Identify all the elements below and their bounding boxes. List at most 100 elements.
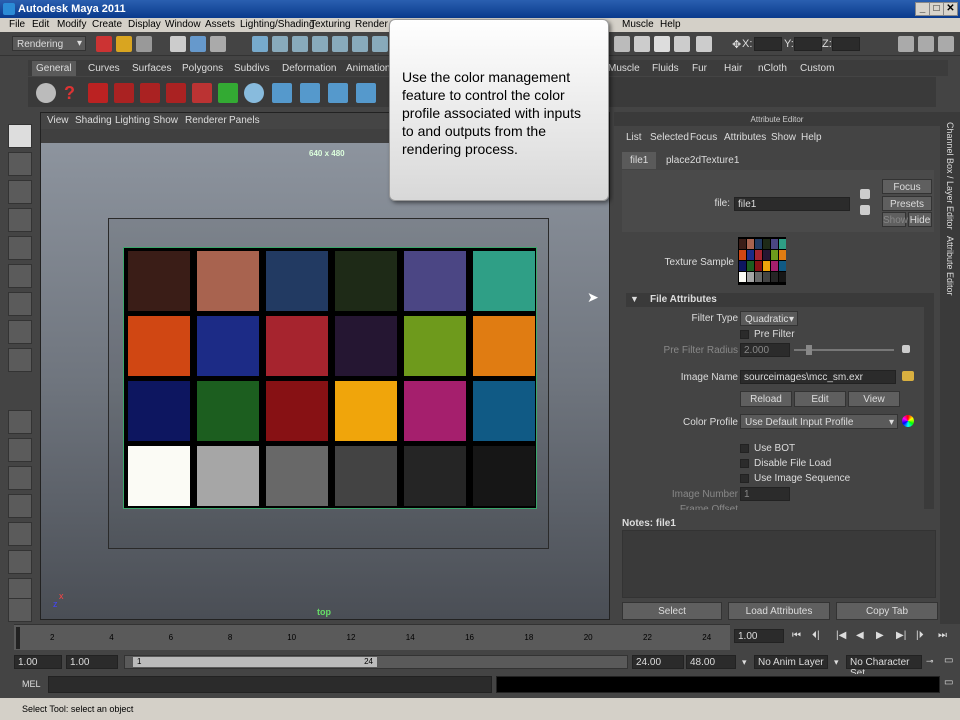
ae-menu-list[interactable]: List <box>626 132 642 143</box>
ae-menu-show[interactable]: Show <box>771 132 796 143</box>
layout-persp-graph-icon[interactable] <box>8 494 32 518</box>
shelf-tab-general[interactable]: General <box>32 61 76 76</box>
play-backwards-icon[interactable]: ◀ <box>856 630 864 641</box>
vp-menu-lighting[interactable]: Lighting <box>115 115 150 126</box>
key-icon[interactable]: ⊸ <box>926 656 934 667</box>
notes-textarea[interactable] <box>622 530 936 598</box>
node-name-field[interactable]: file1 <box>734 197 850 211</box>
select-button[interactable]: Select <box>622 602 722 620</box>
menu-window[interactable]: Window <box>165 19 201 30</box>
lasso-tool-icon[interactable] <box>8 152 32 176</box>
step-forward-frame-icon[interactable]: ▶| <box>896 630 906 641</box>
select-object-icon[interactable] <box>190 36 206 52</box>
shelf-tool-3-icon[interactable] <box>140 83 160 103</box>
menu-display[interactable]: Display <box>128 19 161 30</box>
use-bot-checkbox[interactable] <box>740 444 749 453</box>
layout-two-icon[interactable] <box>8 466 32 490</box>
current-time-marker[interactable] <box>16 627 20 649</box>
save-scene-icon[interactable] <box>136 36 152 52</box>
step-back-key-icon[interactable]: ⏴| <box>812 630 820 641</box>
show-hide-attribute-editor-icon[interactable] <box>898 36 914 52</box>
shelf-tool-11-icon[interactable] <box>356 83 376 103</box>
hypershade-icon[interactable] <box>654 36 670 52</box>
ae-menu-focus[interactable]: Focus <box>690 132 717 143</box>
folder-icon[interactable] <box>902 371 914 381</box>
close-button[interactable]: ✕ <box>943 2 958 16</box>
menu-edit[interactable]: Edit <box>32 19 49 30</box>
presets-button[interactable]: Presets <box>882 196 932 211</box>
reload-button[interactable]: Reload <box>740 391 792 407</box>
playblast-icon[interactable] <box>696 36 712 52</box>
ae-menu-selected[interactable]: Selected <box>650 132 689 143</box>
vp-menu-view[interactable]: View <box>47 115 69 126</box>
current-frame-field[interactable]: 1.00 <box>734 629 784 643</box>
shelf-tool-9-icon[interactable] <box>300 83 320 103</box>
render-globals-icon[interactable] <box>674 36 690 52</box>
shelf-tab-polygons[interactable]: Polygons <box>178 61 227 76</box>
transform-icon[interactable]: ✥ <box>732 38 741 51</box>
input-connection-icon[interactable] <box>860 189 870 199</box>
use-image-sequence-checkbox[interactable] <box>740 474 749 483</box>
vp-menu-shading[interactable]: Shading <box>75 115 112 126</box>
map-button-icon[interactable] <box>902 345 910 353</box>
end-time-field[interactable]: 48.00 <box>686 655 736 669</box>
menu-help[interactable]: Help <box>660 19 681 30</box>
shelf-tool-5-icon[interactable] <box>192 83 212 103</box>
shelf-tab-fur[interactable]: Fur <box>688 61 711 76</box>
snap-plane-icon[interactable] <box>312 36 328 52</box>
shelf-tab-deformation[interactable]: Deformation <box>278 61 340 76</box>
menu-assets[interactable]: Assets <box>205 19 235 30</box>
ae-menu-help[interactable]: Help <box>801 132 822 143</box>
output-connection-icon[interactable] <box>860 205 870 215</box>
render-settings-icon[interactable] <box>634 36 650 52</box>
shelf-tab-fluids[interactable]: Fluids <box>648 61 683 76</box>
film-reel-icon[interactable] <box>36 83 56 103</box>
anim-layer-dropdown[interactable]: No Anim Layer <box>754 655 828 669</box>
step-forward-key-icon[interactable]: |⏵ <box>916 630 924 641</box>
color-profile-dropdown[interactable]: Use Default Input Profile ▾ <box>740 414 898 429</box>
disable-file-load-checkbox[interactable] <box>740 459 749 468</box>
shelf-tab-custom[interactable]: Custom <box>796 61 838 76</box>
filter-type-dropdown[interactable]: Quadratic ▾ <box>740 311 798 326</box>
z-field[interactable] <box>832 37 860 51</box>
render-view-icon[interactable] <box>372 36 388 52</box>
y-field[interactable] <box>794 37 822 51</box>
mel-input[interactable] <box>48 676 492 693</box>
show-manipulator-icon[interactable] <box>8 348 32 372</box>
go-to-end-icon[interactable]: ⏭ <box>938 630 947 641</box>
load-attributes-button[interactable]: Load Attributes <box>728 602 830 620</box>
copy-tab-button[interactable]: Copy Tab <box>836 602 938 620</box>
tab-file1[interactable]: file1 <box>622 152 657 169</box>
minimize-button[interactable]: _ <box>915 2 930 16</box>
menu-file[interactable]: File <box>9 19 25 30</box>
vp-menu-panels[interactable]: Panels <box>229 115 260 126</box>
color-checker-image[interactable] <box>123 247 537 509</box>
menu-muscle[interactable]: Muscle <box>622 19 654 30</box>
ipr-icon[interactable] <box>614 36 630 52</box>
select-tool-icon[interactable] <box>8 124 32 148</box>
script-editor-icon[interactable]: ▭ <box>944 677 953 688</box>
shelf-tab-surfaces[interactable]: Surfaces <box>128 61 175 76</box>
tab-place2dtexture1[interactable]: place2dTexture1 <box>658 152 747 169</box>
shelf-tool-8-icon[interactable] <box>272 83 292 103</box>
preferences-icon[interactable]: ▭ <box>944 655 953 666</box>
focus-button[interactable]: Focus <box>882 179 932 194</box>
shelf-tab-ncloth[interactable]: nCloth <box>754 61 791 76</box>
vp-menu-renderer[interactable]: Renderer <box>185 115 227 126</box>
image-name-field[interactable]: sourceimages\mcc_sm.exr <box>740 370 896 384</box>
soft-mod-tool-icon[interactable] <box>8 320 32 344</box>
help-icon[interactable]: ? <box>64 83 84 103</box>
viewport-canvas[interactable]: 640 x 480 x z top ➤ <box>41 143 609 619</box>
scale-tool-icon[interactable] <box>8 264 32 288</box>
time-slider[interactable]: 2 4 6 8 10 12 14 16 18 20 22 24 <box>14 624 730 650</box>
layout-single-icon[interactable] <box>8 410 32 434</box>
character-set-dropdown[interactable]: No Character Set <box>846 655 922 679</box>
layout-custom-icon[interactable] <box>8 598 32 622</box>
shelf-tab-animation[interactable]: Animation <box>342 61 394 76</box>
layout-graph-icon[interactable] <box>8 550 32 574</box>
shelf-tool-6-icon[interactable] <box>218 83 238 103</box>
menu-set-dropdown[interactable]: Rendering ▾ <box>12 36 86 51</box>
shelf-tool-7-icon[interactable] <box>244 83 264 103</box>
playback-start-field[interactable]: 1.00 <box>66 655 118 669</box>
file-attributes-section-header[interactable]: ▼ File Attributes <box>626 293 926 307</box>
